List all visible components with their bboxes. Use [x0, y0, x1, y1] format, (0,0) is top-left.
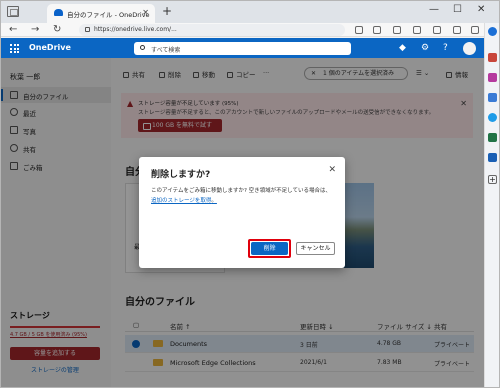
shopping-icon[interactable]	[488, 73, 497, 82]
onedrive-header: OneDrive すべて検索 ◆ ⚙ ?	[1, 38, 484, 58]
favorite-star-icon[interactable]	[373, 26, 381, 34]
address-bar-row: ← → ↻ https://onedrive.live.com/...	[1, 23, 499, 37]
link-text[interactable]: 追加のストレージを取得	[151, 198, 211, 204]
split-screen-icon[interactable]	[393, 26, 401, 34]
tab-title: 自分のファイル - OneDrive	[67, 11, 150, 19]
drop-icon[interactable]	[488, 113, 497, 122]
url-field[interactable]: https://onedrive.live.com/...	[79, 24, 345, 36]
maximize-button[interactable]: ☐	[453, 4, 462, 15]
refresh-button[interactable]: ↻	[53, 23, 61, 37]
collections-icon[interactable]	[433, 26, 441, 34]
window-menu-icon[interactable]	[7, 6, 19, 17]
tab-close-icon[interactable]: ✕	[142, 8, 149, 17]
cancel-button[interactable]: キャンセル	[296, 242, 335, 255]
add-icon[interactable]: +	[488, 175, 497, 184]
tab-onedrive[interactable]: 自分のファイル - OneDrive ✕	[47, 4, 155, 23]
back-button[interactable]: ←	[9, 23, 17, 37]
read-aloud-icon[interactable]	[355, 26, 363, 34]
diamond-icon[interactable]: ◆	[399, 43, 406, 53]
office-icon[interactable]	[488, 133, 497, 142]
edge-sidebar: +	[484, 23, 499, 387]
onedrive-favicon-icon	[54, 9, 63, 16]
extensions-icon[interactable]	[453, 26, 461, 34]
tab-bar: 自分のファイル - OneDrive ✕ + — ☐ ✕	[1, 1, 499, 23]
close-window-button[interactable]: ✕	[477, 4, 485, 15]
browser-window: 自分のファイル - OneDrive ✕ + — ☐ ✕ ← → ↻ https…	[0, 0, 500, 388]
games-icon[interactable]	[488, 93, 497, 102]
get-more-storage-link[interactable]: 追加のストレージを取得。	[151, 196, 217, 204]
brand-name[interactable]: OneDrive	[29, 43, 71, 52]
bing-icon[interactable]	[488, 27, 497, 36]
url-text: https://onedrive.live.com/...	[94, 26, 177, 33]
search-box[interactable]: すべて検索	[134, 42, 351, 55]
tools-icon[interactable]	[488, 53, 497, 62]
dialog-title: 削除しますか?	[151, 170, 211, 180]
menu-dots-icon[interactable]	[471, 26, 479, 34]
favorites-icon[interactable]	[413, 26, 421, 34]
search-placeholder: すべて検索	[151, 47, 181, 54]
minimize-button[interactable]: —	[429, 4, 439, 15]
delete-confirm-dialog: 削除しますか? ✕ このアイテムをごみ箱に移動しますか? 空き領域が不足している…	[139, 157, 345, 268]
delete-button[interactable]: 削除	[251, 242, 288, 255]
dialog-close-icon[interactable]: ✕	[328, 165, 336, 175]
forward-button[interactable]: →	[31, 23, 39, 37]
link-suffix: 。	[211, 198, 217, 204]
avatar[interactable]	[463, 42, 476, 55]
app-launcher-icon[interactable]	[10, 44, 19, 53]
new-tab-button[interactable]: +	[162, 4, 172, 18]
search-icon	[140, 45, 145, 50]
help-icon[interactable]: ?	[443, 43, 448, 53]
outlook-icon[interactable]	[488, 153, 497, 162]
dialog-body: このアイテムをごみ箱に移動しますか? 空き領域が不足している場合は、	[151, 188, 331, 194]
lock-icon	[85, 27, 90, 32]
gear-icon[interactable]: ⚙	[421, 43, 429, 53]
